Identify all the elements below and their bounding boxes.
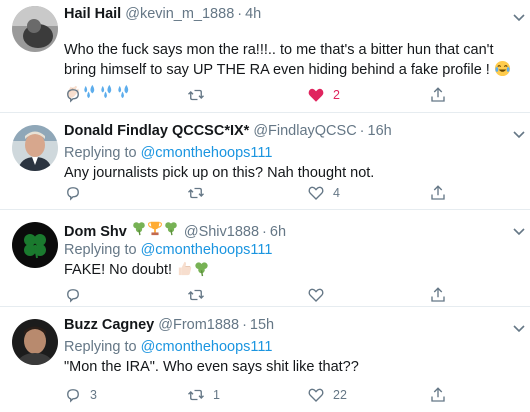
- reply-button[interactable]: [64, 85, 90, 105]
- like-count: 4: [333, 186, 340, 200]
- mention-link[interactable]: @cmonthehoops111: [141, 339, 273, 355]
- reply-icon: [67, 187, 79, 201]
- like-button[interactable]: [307, 285, 333, 305]
- chevron-down-icon[interactable]: [512, 10, 528, 22]
- heart-icon: [308, 288, 324, 302]
- display-name[interactable]: Donald Findlay QCCSC*IX*: [64, 123, 249, 139]
- tweet-feed: Hail Hail @kevin_m_1888 · 4h Who the fuc…: [0, 0, 530, 412]
- timestamp[interactable]: 6h: [270, 224, 286, 240]
- retweet-icon: [188, 389, 204, 401]
- reply-button[interactable]: 3: [64, 385, 97, 405]
- tweet-header: Dom Shv @Shiv1888 · 6h: [64, 220, 520, 240]
- chevron-down-icon[interactable]: [512, 321, 528, 333]
- replying-to: Replying to @cmonthehoops111: [64, 240, 520, 260]
- reply-icon: [67, 389, 79, 403]
- avatar[interactable]: [12, 222, 58, 268]
- retweet-count: 1: [213, 388, 220, 402]
- avatar[interactable]: [12, 125, 58, 171]
- replying-to-label: Replying to: [64, 339, 137, 355]
- separator-dot: ·: [262, 224, 267, 240]
- separator-dot: ·: [359, 123, 365, 139]
- tweet-text-body: Who the fuck says mon the ra!!!.. to me …: [64, 42, 494, 78]
- tweet[interactable]: Buzz Cagney @From1888 · 15h Replying to …: [0, 307, 530, 412]
- heart-icon: [308, 186, 324, 200]
- share-button[interactable]: [429, 285, 447, 305]
- retweet-icon: [188, 187, 204, 199]
- share-button[interactable]: [429, 85, 447, 105]
- retweet-button[interactable]: [187, 183, 213, 203]
- user-handle[interactable]: @FindlayQCSC: [253, 123, 356, 139]
- reply-icon: [67, 289, 79, 303]
- replying-to: Replying to @cmonthehoops111: [64, 143, 520, 163]
- replying-to-label: Replying to: [64, 242, 137, 258]
- shamrock-icon: [163, 220, 179, 240]
- face-with-tears-of-joy-icon: [494, 60, 511, 83]
- replying-to-label: Replying to: [64, 145, 137, 161]
- tweet-text: FAKE! No doubt!: [64, 260, 520, 283]
- tweet-actions: 3 1 22: [64, 385, 449, 405]
- separator-dot: ·: [242, 317, 247, 333]
- tweet-actions: 4: [64, 183, 449, 203]
- tweet-text: Any journalists pick up on this? Nah tho…: [64, 165, 375, 181]
- user-handle[interactable]: @Shiv1888: [184, 224, 259, 240]
- share-icon: [431, 387, 445, 402]
- tweet[interactable]: Donald Findlay QCCSC*IX* @FindlayQCSC · …: [0, 113, 530, 210]
- chevron-down-icon[interactable]: [512, 224, 528, 236]
- user-handle[interactable]: @From1888: [158, 317, 239, 333]
- trophy-icon: [147, 220, 163, 240]
- reply-count: 3: [90, 388, 97, 402]
- like-count: 2: [333, 88, 340, 102]
- display-name[interactable]: Dom Shv: [64, 224, 127, 240]
- shamrock-icon: [131, 220, 147, 240]
- tweet-header: Hail Hail @kevin_m_1888 · 4h: [64, 6, 520, 26]
- like-button[interactable]: 22: [307, 385, 347, 405]
- tweet-text-body: FAKE! No doubt!: [64, 262, 173, 278]
- tweet-header: Donald Findlay QCCSC*IX* @FindlayQCSC · …: [64, 123, 520, 143]
- retweet-button[interactable]: [187, 285, 213, 305]
- reply-icon: [67, 89, 79, 103]
- reply-button[interactable]: [64, 285, 90, 305]
- retweet-button[interactable]: 1: [187, 385, 220, 405]
- share-button[interactable]: [429, 385, 447, 405]
- user-handle[interactable]: @kevin_m_1888: [125, 6, 234, 22]
- tweet[interactable]: Hail Hail @kevin_m_1888 · 4h Who the fuc…: [0, 0, 530, 113]
- retweet-button[interactable]: [187, 85, 213, 105]
- avatar[interactable]: [12, 6, 58, 52]
- like-button[interactable]: 2: [307, 85, 340, 105]
- heart-filled-icon: [308, 88, 324, 102]
- heart-icon: [308, 388, 324, 402]
- retweet-icon: [188, 89, 204, 101]
- timestamp[interactable]: 4h: [245, 6, 261, 22]
- like-count: 22: [333, 388, 347, 402]
- retweet-icon: [188, 289, 204, 301]
- separator-dot: ·: [237, 6, 243, 22]
- tweet-text: "Mon the IRA". Who even says shit like t…: [64, 359, 359, 375]
- display-name[interactable]: Buzz Cagney: [64, 317, 154, 333]
- thumbs-up-icon: [176, 260, 193, 283]
- share-icon: [431, 87, 445, 102]
- tweet[interactable]: Dom Shv @Shiv1888 · 6h Replying to @cmon…: [0, 210, 530, 307]
- shamrock-icon: [193, 260, 210, 283]
- chevron-down-icon[interactable]: [512, 127, 528, 139]
- mention-link[interactable]: @cmonthehoops111: [141, 242, 273, 258]
- share-button[interactable]: [429, 183, 447, 203]
- tweet-actions: 2: [64, 85, 449, 105]
- share-icon: [431, 287, 445, 302]
- share-icon: [431, 185, 445, 200]
- timestamp[interactable]: 16h: [368, 123, 392, 139]
- tweet-header: Buzz Cagney @From1888 · 15h: [64, 317, 520, 337]
- display-name[interactable]: Hail Hail: [64, 6, 121, 22]
- timestamp[interactable]: 15h: [250, 317, 274, 333]
- like-button[interactable]: 4: [307, 183, 340, 203]
- replying-to: Replying to @cmonthehoops111: [64, 337, 520, 357]
- mention-link[interactable]: @cmonthehoops111: [141, 145, 273, 161]
- avatar[interactable]: [12, 319, 58, 365]
- reply-button[interactable]: [64, 183, 90, 203]
- tweet-actions: [64, 285, 449, 305]
